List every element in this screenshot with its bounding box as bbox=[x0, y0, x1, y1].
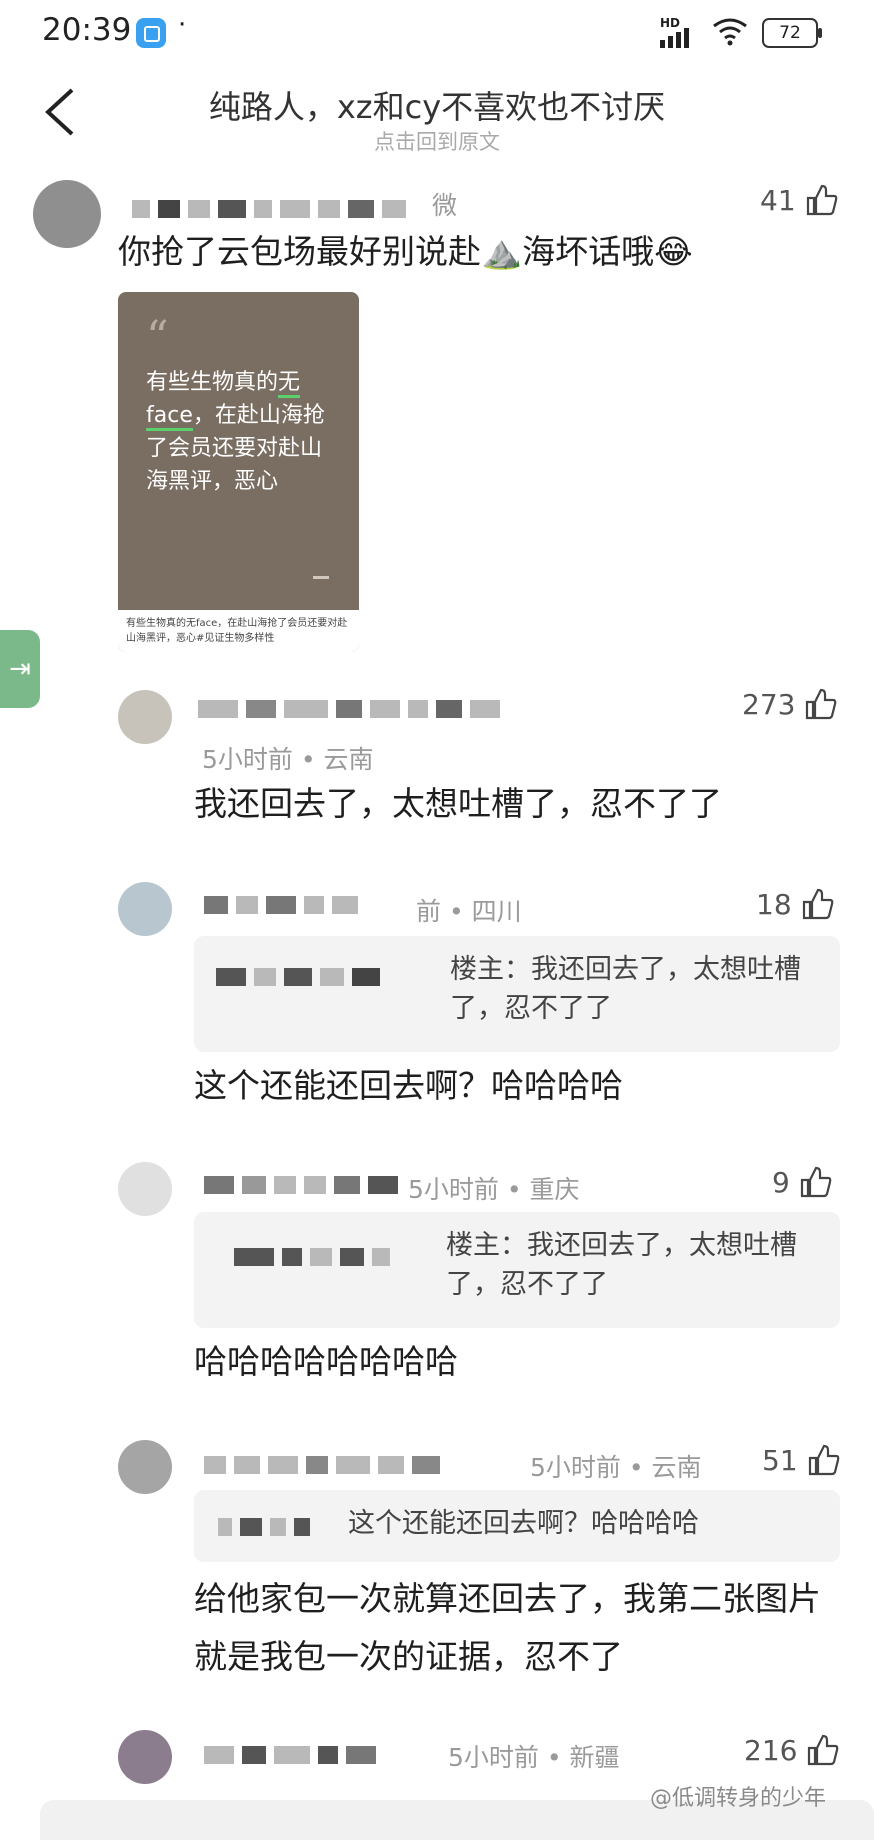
status-time: 20:39 bbox=[42, 12, 132, 48]
like-button[interactable]: 9 bbox=[772, 1164, 834, 1200]
commenter-name[interactable] bbox=[204, 896, 358, 914]
thumbs-up-icon bbox=[806, 688, 837, 720]
quoted-text: 楼主：我还回去了，太想吐槽了，忍不了了 bbox=[450, 954, 801, 1025]
like-button[interactable]: 273 bbox=[742, 686, 839, 722]
watermark: @低调转身的少年 bbox=[650, 1786, 827, 1811]
thumbs-up-icon bbox=[802, 888, 833, 920]
like-count: 41 bbox=[760, 183, 796, 217]
commenter-name[interactable] bbox=[132, 200, 406, 218]
comment-image[interactable]: “ 有些生物真的无face，在赴山海抢了会员还要对赴山海黑评，恶心 有些生物真的… bbox=[118, 292, 359, 652]
like-button[interactable]: 216 bbox=[744, 1732, 841, 1768]
thumbs-up-icon bbox=[800, 1166, 832, 1198]
reply-meta: 5小时前 • 云南 bbox=[202, 745, 374, 774]
reply-text: 我还回去了，太想吐槽了，忍不了了 bbox=[194, 784, 722, 823]
like-count: 18 bbox=[756, 887, 792, 921]
reply-meta: 5小时前 • 重庆 bbox=[408, 1175, 580, 1204]
back-to-original-link[interactable]: 点击回到原文 bbox=[0, 126, 874, 156]
comment-text: 你抢了云包场最好别说赴⛰️海坏话哦😂 bbox=[118, 232, 693, 271]
commenter-name[interactable] bbox=[204, 1746, 376, 1764]
app-notification-icon bbox=[136, 18, 166, 48]
thumbs-up-icon bbox=[808, 1444, 839, 1476]
image-quote-text: 有些生物真的无face，在赴山海抢了会员还要对赴山海黑评，恶心 bbox=[146, 370, 325, 494]
avatar[interactable] bbox=[118, 1440, 172, 1494]
reply-text: 给他家包一次就算还回去了，我第二张图片就是我包一次的证据，忍不了 bbox=[194, 1579, 821, 1676]
like-count: 51 bbox=[762, 1443, 798, 1477]
page-title: 纯路人，xz和cy不喜欢也不讨厌 bbox=[208, 88, 666, 126]
commenter-name[interactable] bbox=[204, 1176, 398, 1194]
commenter-name[interactable] bbox=[198, 700, 500, 718]
reply-meta: 前 • 四川 bbox=[416, 897, 522, 926]
reply-meta: 5小时前 • 新疆 bbox=[448, 1743, 620, 1772]
quoted-reply[interactable]: 这个还能还回去啊？哈哈哈哈 bbox=[194, 1490, 840, 1562]
commenter-name-tail: 微 bbox=[432, 191, 458, 220]
quoted-reply[interactable]: 楼主：我还回去了，太想吐槽了，忍不了了 bbox=[194, 936, 840, 1052]
wifi-icon bbox=[712, 16, 748, 53]
quoted-text: 楼主：我还回去了，太想吐槽了，忍不了了 bbox=[446, 1230, 797, 1301]
like-count: 273 bbox=[742, 687, 796, 721]
like-button[interactable]: 18 bbox=[756, 886, 836, 922]
thumbs-up-icon bbox=[808, 1734, 839, 1766]
card-divider bbox=[313, 576, 329, 579]
quoted-name bbox=[234, 1248, 390, 1266]
like-button[interactable]: 41 bbox=[760, 182, 840, 218]
exit-icon: ⇥ bbox=[9, 654, 31, 684]
battery-indicator: 72 bbox=[762, 18, 822, 48]
image-caption: 有些生物真的无face，在赴山海抢了会员还要对赴山海黑评，恶心#见证生物多样性 bbox=[118, 610, 359, 652]
commenter-name[interactable] bbox=[204, 1456, 440, 1474]
like-count: 9 bbox=[772, 1165, 790, 1199]
reply-text: 这个还能还回去啊？哈哈哈哈 bbox=[194, 1066, 623, 1105]
like-count: 216 bbox=[744, 1733, 798, 1767]
like-button[interactable]: 51 bbox=[762, 1442, 842, 1478]
quoted-name bbox=[218, 1518, 310, 1536]
reply-meta: 5小时前 • 云南 bbox=[530, 1453, 702, 1482]
thumbs-up-icon bbox=[806, 184, 837, 216]
quoted-name bbox=[216, 968, 380, 986]
quoted-text: 这个还能还回去啊？哈哈哈哈 bbox=[348, 1508, 699, 1539]
avatar[interactable] bbox=[118, 882, 172, 936]
quoted-reply[interactable]: 楼主：我还回去了，太想吐槽了，忍不了了 bbox=[194, 1212, 840, 1328]
signal-icon bbox=[660, 28, 689, 48]
side-tab[interactable]: ⇥ bbox=[0, 630, 40, 708]
avatar[interactable] bbox=[118, 1162, 172, 1216]
status-dot: · bbox=[178, 10, 187, 40]
avatar[interactable] bbox=[118, 1730, 172, 1784]
reply-text: 哈哈哈哈哈哈哈哈 bbox=[194, 1342, 458, 1381]
quote-mark: “ bbox=[146, 312, 169, 363]
avatar[interactable] bbox=[118, 690, 172, 744]
avatar[interactable] bbox=[33, 180, 101, 248]
